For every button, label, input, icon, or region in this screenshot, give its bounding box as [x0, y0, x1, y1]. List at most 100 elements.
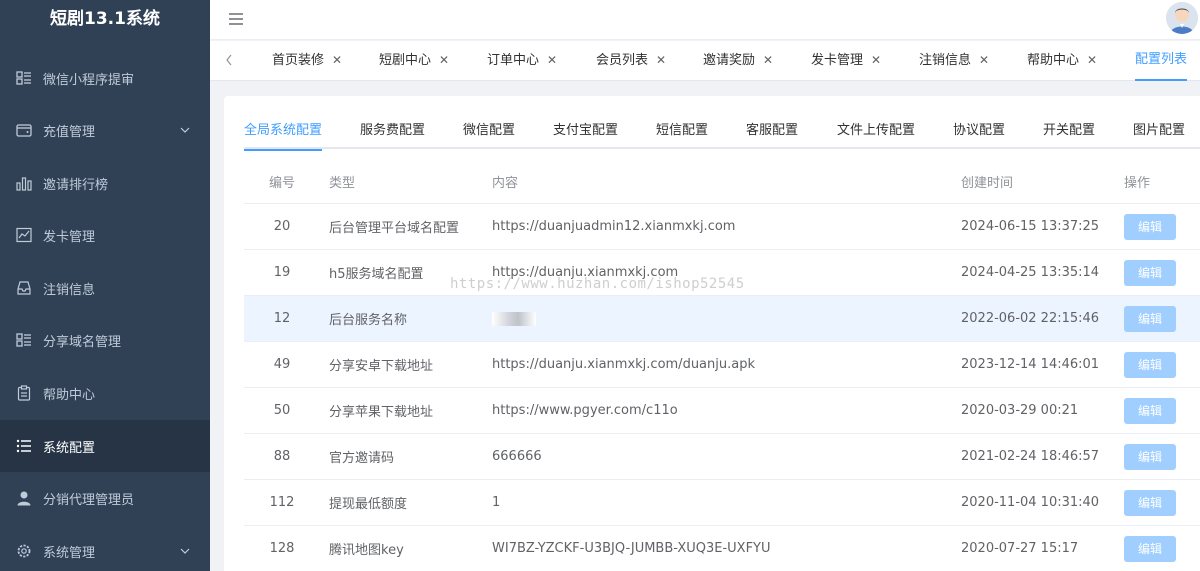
tag-config-list[interactable]: 配置列表: [1135, 41, 1188, 81]
header-type: 类型: [329, 176, 356, 191]
avatar[interactable]: [1166, 2, 1198, 34]
tab-sms-config[interactable]: 短信配置: [656, 114, 708, 149]
table-row[interactable]: 12 后台服务名称 2022-06-02 22:15:46 编辑: [244, 296, 1200, 342]
gear-icon: [16, 543, 32, 559]
sidebar-item-help[interactable]: 帮助中心: [0, 367, 210, 419]
tab-agreement-config[interactable]: 协议配置: [953, 114, 1005, 149]
close-icon[interactable]: ✕: [871, 53, 881, 67]
table-row[interactable]: 88 官方邀请码 666666 2021-02-24 18:46:57 编辑: [244, 434, 1200, 480]
table-row[interactable]: 50 分享苹果下载地址 https://www.pgyer.com/c11o 2…: [244, 388, 1200, 434]
table-row[interactable]: 128 腾讯地图key WI7BZ-YZCKF-U3BJQ-JUMBB-XUQ3…: [244, 526, 1200, 571]
clipboard-icon: [16, 385, 32, 401]
row-operation: 编辑: [1124, 388, 1200, 433]
sidebar-item-system-config[interactable]: 系统配置: [0, 420, 210, 472]
close-icon[interactable]: ✕: [763, 53, 773, 67]
user-icon: [16, 490, 32, 506]
sidebar-item-label: 邀请排行榜: [43, 177, 109, 193]
sidebar-item-label: 分销代理管理员: [43, 492, 135, 508]
row-id: 19: [273, 265, 291, 280]
list-icon: [16, 70, 32, 86]
edit-button[interactable]: 编辑: [1124, 213, 1176, 240]
table-row[interactable]: 20 后台管理平台域名配置 https://duanjuadmin12.xian…: [244, 204, 1200, 250]
row-type: 官方邀请码: [329, 451, 395, 466]
tab-global-config[interactable]: 全局系统配置: [244, 114, 323, 151]
tab-file-upload-config[interactable]: 文件上传配置: [837, 114, 915, 149]
tab-customer-service-config[interactable]: 客服配置: [746, 114, 798, 149]
table-header: 编号 类型 内容 创建时间 操作: [244, 160, 1200, 204]
edit-button[interactable]: 编辑: [1124, 305, 1176, 332]
close-icon[interactable]: ✕: [656, 53, 666, 67]
sidebar-item-invite-ranking[interactable]: 邀请排行榜: [0, 157, 210, 209]
tag-member-list[interactable]: 会员列表 ✕: [596, 41, 666, 81]
sidebar-item-label: 分享域名管理: [43, 334, 122, 350]
row-type: 后台管理平台域名配置: [329, 221, 460, 236]
sidebar-item-recharge[interactable]: 充值管理: [0, 104, 210, 156]
close-icon[interactable]: ✕: [439, 53, 449, 67]
sidebar-item-cancellation[interactable]: 注销信息: [0, 262, 210, 314]
redacted-content: [492, 311, 536, 326]
list-icon: [16, 332, 32, 348]
tab-wechat-config[interactable]: 微信配置: [463, 114, 515, 149]
edit-button[interactable]: 编辑: [1124, 535, 1176, 562]
row-id: 112: [269, 495, 295, 510]
tag-home-decoration[interactable]: 首页装修 ✕: [272, 41, 342, 81]
menu-lines-icon: [16, 438, 32, 454]
row-content: 1: [492, 495, 501, 510]
sidebar-item-distribution-admin[interactable]: 分销代理管理员: [0, 472, 210, 524]
row-type: 分享苹果下载地址: [329, 405, 434, 420]
table-row[interactable]: 112 提现最低额度 1 2020-11-04 10:31:40 编辑: [244, 480, 1200, 526]
sidebar-item-label: 系统配置: [43, 440, 96, 456]
tag-help-center[interactable]: 帮助中心 ✕: [1027, 41, 1097, 81]
row-operation: 编辑: [1124, 480, 1200, 525]
chevron-left-icon[interactable]: [224, 53, 234, 67]
tab-alipay-config[interactable]: 支付宝配置: [553, 114, 618, 149]
edit-button[interactable]: 编辑: [1124, 397, 1176, 424]
header-content: 内容: [492, 176, 519, 191]
sidebar-item-wechat-review[interactable]: 微信小程序提审: [0, 52, 210, 104]
tab-switch-config[interactable]: 开关配置: [1043, 114, 1095, 149]
sidebar-item-label: 发卡管理: [43, 229, 96, 245]
tag-order-center[interactable]: 订单中心 ✕: [487, 41, 557, 81]
sidebar: 短剧13.1系统 微信小程序提审 充值管理 邀请排行榜 发卡管理 注销信息 分享…: [0, 0, 210, 571]
sidebar-item-label: 充值管理: [43, 124, 96, 140]
tab-service-fee-config[interactable]: 服务费配置: [360, 114, 425, 149]
row-id: 12: [273, 311, 291, 326]
table-row[interactable]: 19 h5服务域名配置 https://duanju.xianmxkj.com …: [244, 250, 1200, 296]
edit-button[interactable]: 编辑: [1124, 443, 1176, 470]
row-time: 2024-04-25 13:35:14: [961, 265, 1100, 280]
sidebar-item-card-issue[interactable]: 发卡管理: [0, 209, 210, 261]
hamburger-icon[interactable]: [228, 11, 244, 27]
row-id: 20: [273, 219, 291, 234]
chevron-down-icon: [180, 124, 190, 134]
tag-card-issue[interactable]: 发卡管理 ✕: [811, 41, 881, 81]
close-icon[interactable]: ✕: [1087, 53, 1097, 67]
row-time: 2021-02-24 18:46:57: [961, 449, 1100, 464]
edit-button[interactable]: 编辑: [1124, 489, 1176, 516]
sidebar-item-system-management[interactable]: 系统管理: [0, 525, 210, 571]
tag-invite-rewards[interactable]: 邀请奖励 ✕: [703, 41, 773, 81]
config-tabs: 全局系统配置 服务费配置 微信配置 支付宝配置 短信配置 客服配置 文件上传配置…: [244, 114, 1200, 151]
row-content: https://duanju.xianmxkj.com/duanju.apk: [492, 357, 755, 372]
row-content: https://duanju.xianmxkj.com: [492, 265, 679, 280]
wallet-icon: [16, 122, 32, 138]
row-time: 2020-07-27 15:17: [961, 541, 1079, 556]
tab-image-config[interactable]: 图片配置: [1133, 114, 1185, 149]
bar-chart-icon: [16, 175, 32, 191]
tag-cancellation[interactable]: 注销信息 ✕: [919, 41, 989, 81]
close-icon[interactable]: ✕: [332, 53, 342, 67]
sidebar-item-label: 微信小程序提审: [43, 72, 135, 88]
header-operation: 操作: [1124, 176, 1151, 191]
sidebar-item-label: 系统管理: [43, 545, 96, 561]
config-card: 全局系统配置 服务费配置 微信配置 支付宝配置 短信配置 客服配置 文件上传配置…: [224, 96, 1200, 571]
sidebar-item-share-domain[interactable]: 分享域名管理: [0, 314, 210, 366]
edit-button[interactable]: 编辑: [1124, 259, 1176, 286]
tag-drama-center[interactable]: 短剧中心 ✕: [379, 41, 449, 81]
close-icon[interactable]: ✕: [979, 53, 989, 67]
table-row[interactable]: 49 分享安卓下载地址 https://duanju.xianmxkj.com/…: [244, 342, 1200, 388]
row-id: 49: [273, 357, 291, 372]
row-type: 腾讯地图key: [329, 543, 404, 558]
edit-button[interactable]: 编辑: [1124, 351, 1176, 378]
sidebar-item-label: 注销信息: [43, 282, 96, 298]
close-icon[interactable]: ✕: [547, 53, 557, 67]
row-time: 2020-11-04 10:31:40: [961, 495, 1100, 510]
